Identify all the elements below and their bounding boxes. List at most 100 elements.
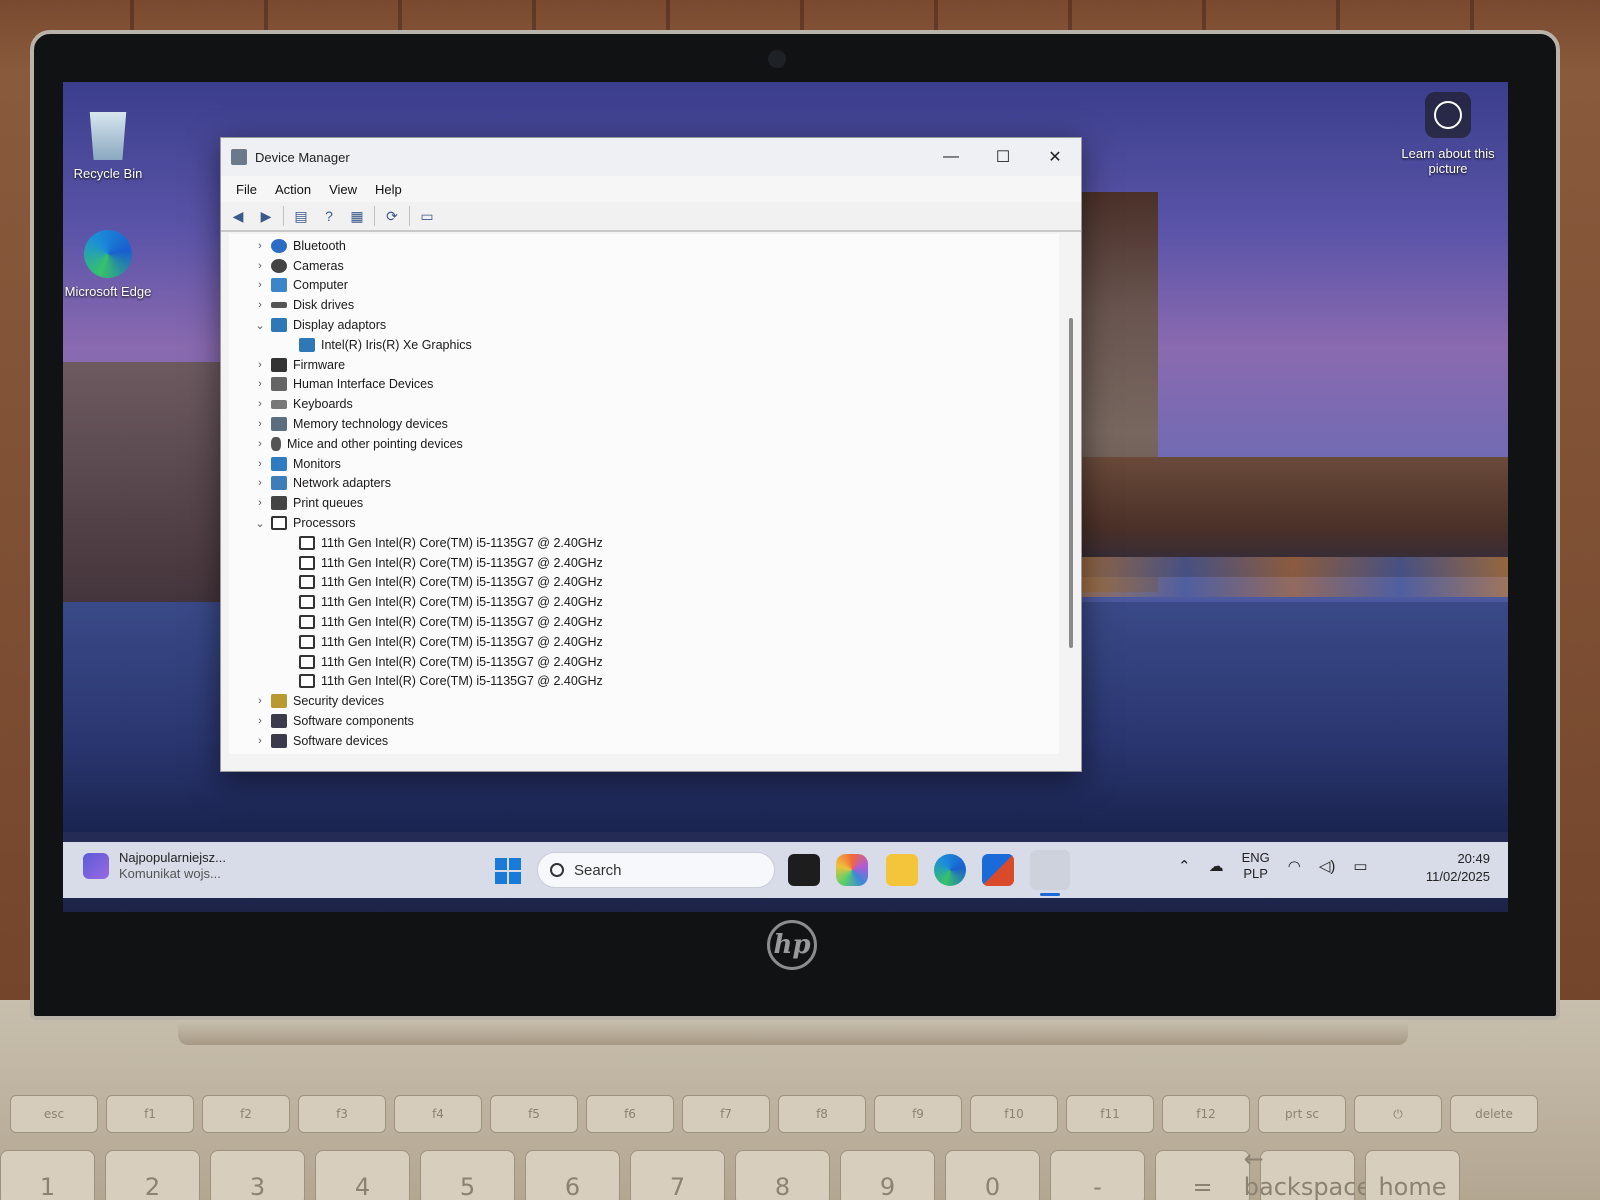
language-indicator[interactable]: ENG PLP — [1242, 850, 1270, 882]
chevron-right-icon[interactable]: › — [253, 695, 267, 707]
chevron-right-icon[interactable]: › — [253, 458, 267, 470]
tree-child-node[interactable]: 11th Gen Intel(R) Core(TM) i5-1135G7 @ 2… — [229, 632, 1059, 652]
tree-node[interactable]: › Memory technology devices — [229, 414, 1059, 434]
chevron-right-icon[interactable]: › — [253, 398, 267, 410]
edge-taskbar-icon[interactable] — [934, 854, 966, 886]
tree-child-node[interactable]: 11th Gen Intel(R) Core(TM) i5-1135G7 @ 2… — [229, 592, 1059, 612]
chevron-down-icon[interactable]: ⌄ — [253, 319, 267, 332]
start-button[interactable] — [495, 858, 521, 884]
chevron-down-icon[interactable]: ⌄ — [253, 517, 267, 530]
chevron-right-icon[interactable]: › — [253, 715, 267, 727]
keyboard-key: f4 — [394, 1095, 482, 1133]
tree-child-node[interactable]: 11th Gen Intel(R) Core(TM) i5-1135G7 @ 2… — [229, 612, 1059, 632]
clock-date: 11/02/2025 — [1425, 869, 1490, 884]
tree-child-label: 11th Gen Intel(R) Core(TM) i5-1135G7 @ 2… — [321, 674, 603, 689]
chevron-up-icon[interactable]: ⌃ — [1178, 857, 1191, 875]
desktop-icon-recycle-bin[interactable]: Recycle Bin — [63, 112, 153, 181]
chevron-right-icon[interactable]: › — [253, 260, 267, 272]
menu-bar: File Action View Help — [221, 176, 1081, 202]
device-manager-taskbar-icon[interactable] — [1030, 850, 1070, 896]
tree-node[interactable]: › Mice and other pointing devices — [229, 434, 1059, 454]
maximize-button[interactable]: ☐ — [977, 138, 1029, 176]
taskbar-search[interactable]: Search — [537, 852, 775, 888]
keyboard-key: 9 — [840, 1150, 935, 1200]
view-icon[interactable]: ▦ — [346, 206, 368, 226]
keyboard-key: 7 — [630, 1150, 725, 1200]
taskbar: Najpopularniejsz... Komunikat wojs... Se… — [63, 842, 1508, 898]
device-manager-window: Device Manager — ☐ ✕ File Action View He… — [220, 137, 1082, 772]
toolbar-separator — [283, 206, 284, 226]
tree-node[interactable]: › Firmware — [229, 355, 1059, 375]
keyboard-key: 8 — [735, 1150, 830, 1200]
microsoft-store-icon[interactable] — [982, 854, 1014, 886]
volume-icon[interactable]: ◁) — [1319, 857, 1336, 875]
desktop-icon-edge[interactable]: Microsoft Edge — [63, 230, 153, 299]
chevron-right-icon[interactable]: › — [253, 279, 267, 291]
menu-view[interactable]: View — [322, 180, 364, 199]
news-widget[interactable]: Najpopularniejsz... Komunikat wojs... — [83, 850, 226, 882]
tree-scrollbar[interactable] — [1069, 318, 1073, 648]
tree-node[interactable]: › Software devices — [229, 731, 1059, 751]
file-explorer-icon[interactable] — [886, 854, 918, 886]
tree-node[interactable]: › Computer — [229, 276, 1059, 296]
tree-child-node[interactable]: 11th Gen Intel(R) Core(TM) i5-1135G7 @ 2… — [229, 533, 1059, 553]
minimize-button[interactable]: — — [925, 138, 977, 176]
tree-node[interactable]: › Human Interface Devices — [229, 375, 1059, 395]
task-view-icon[interactable] — [788, 854, 820, 886]
tree-node[interactable]: › Cameras — [229, 256, 1059, 276]
tree-node-label: Firmware — [293, 357, 346, 372]
tree-node[interactable]: › Disk drives — [229, 295, 1059, 315]
chevron-right-icon[interactable]: › — [253, 418, 267, 430]
tree-node[interactable]: › Network adapters — [229, 474, 1059, 494]
news-widget-icon — [83, 853, 109, 879]
processor-icon — [299, 575, 315, 590]
forward-icon[interactable]: ▶ — [255, 206, 277, 226]
tree-child-node[interactable]: 11th Gen Intel(R) Core(TM) i5-1135G7 @ 2… — [229, 553, 1059, 573]
tree-node[interactable]: › Print queues — [229, 493, 1059, 513]
disk-drive-icon — [271, 302, 287, 309]
update-driver-icon[interactable]: ⟳ — [381, 206, 403, 226]
tree-node[interactable]: › Security devices — [229, 691, 1059, 711]
tree-node[interactable]: › Monitors — [229, 454, 1059, 474]
tree-child-node[interactable]: Intel(R) Iris(R) Xe Graphics — [229, 335, 1059, 355]
chevron-right-icon[interactable]: › — [253, 299, 267, 311]
wifi-icon[interactable]: ◠ — [1288, 857, 1301, 875]
menu-help[interactable]: Help — [368, 180, 409, 199]
tree-node[interactable]: ⌄ Processors — [229, 513, 1059, 533]
wallpaper-bridge-lights — [1078, 557, 1508, 597]
copilot-icon[interactable] — [836, 854, 868, 886]
tree-node[interactable]: › Bluetooth — [229, 236, 1059, 256]
learn-about-label: Learn about this picture — [1401, 146, 1495, 176]
clock[interactable]: 20:49 11/02/2025 — [1426, 850, 1490, 886]
onedrive-icon[interactable]: ☁ — [1209, 857, 1224, 875]
chevron-right-icon[interactable]: › — [253, 378, 267, 390]
learn-about-picture[interactable]: Learn about this picture — [1398, 92, 1498, 176]
tree-child-label: 11th Gen Intel(R) Core(TM) i5-1135G7 @ 2… — [321, 535, 603, 550]
tree-node[interactable]: ⌄ Display adaptors — [229, 315, 1059, 335]
back-icon[interactable]: ◀ — [227, 206, 249, 226]
tree-node-label: Display adaptors — [293, 318, 387, 333]
title-bar[interactable]: Device Manager — ☐ ✕ — [221, 138, 1081, 176]
keyboard-key: home — [1365, 1150, 1460, 1200]
chevron-right-icon[interactable]: › — [253, 240, 267, 252]
chevron-right-icon[interactable]: › — [253, 735, 267, 747]
monitor-icon — [271, 456, 287, 471]
tree-child-node[interactable]: 11th Gen Intel(R) Core(TM) i5-1135G7 @ 2… — [229, 652, 1059, 672]
menu-action[interactable]: Action — [268, 180, 318, 199]
chevron-right-icon[interactable]: › — [253, 359, 267, 371]
chevron-right-icon[interactable]: › — [253, 477, 267, 489]
chevron-right-icon[interactable]: › — [253, 438, 267, 450]
battery-icon[interactable]: ▭ — [1353, 857, 1367, 875]
tree-child-label: 11th Gen Intel(R) Core(TM) i5-1135G7 @ 2… — [321, 575, 603, 590]
menu-file[interactable]: File — [229, 180, 264, 199]
help-icon[interactable]: ? — [318, 206, 340, 226]
tree-node-label: Cameras — [293, 258, 344, 273]
chevron-right-icon[interactable]: › — [253, 497, 267, 509]
tree-node[interactable]: › Keyboards — [229, 394, 1059, 414]
properties-icon[interactable]: ▤ — [290, 206, 312, 226]
tree-child-node[interactable]: 11th Gen Intel(R) Core(TM) i5-1135G7 @ 2… — [229, 573, 1059, 593]
close-button[interactable]: ✕ — [1029, 138, 1081, 176]
tree-child-node[interactable]: 11th Gen Intel(R) Core(TM) i5-1135G7 @ 2… — [229, 672, 1059, 692]
tree-node[interactable]: › Software components — [229, 711, 1059, 731]
monitor-icon[interactable]: ▭ — [416, 206, 438, 226]
